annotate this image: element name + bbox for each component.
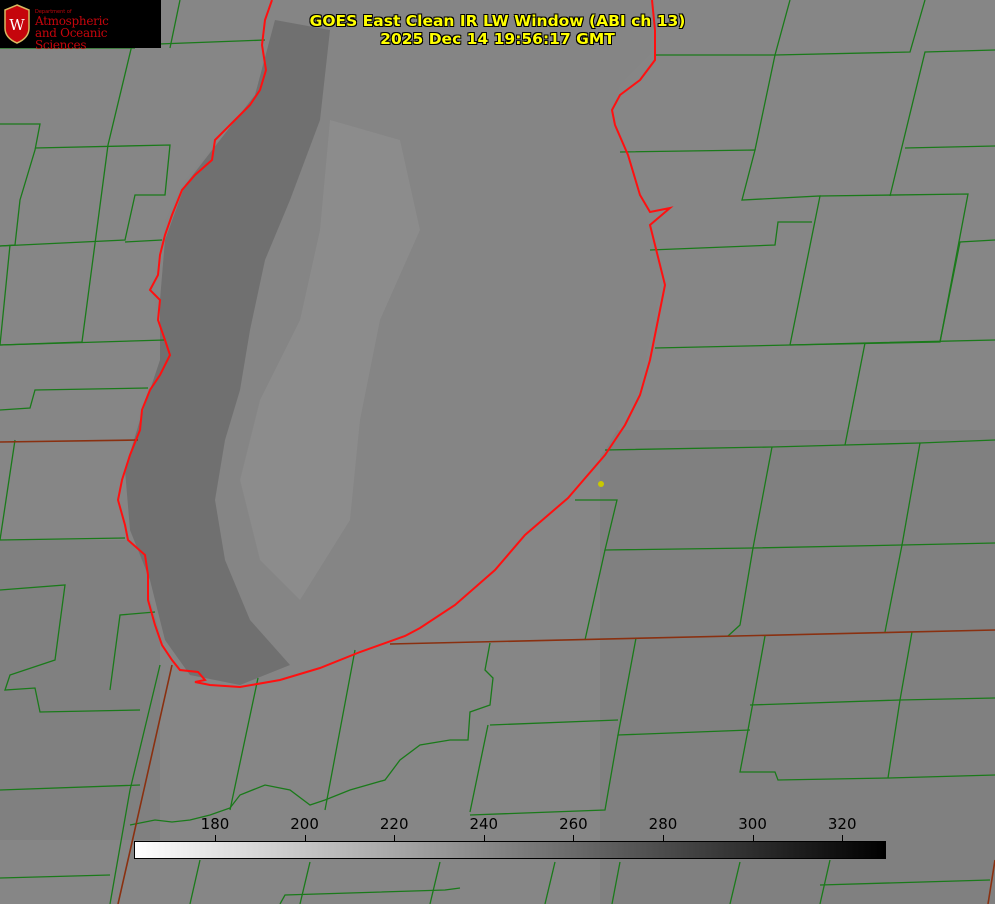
colorbar-tick-label: 240 [469, 815, 499, 833]
logo-name-text: Atmospheric and Oceanic Sciences [35, 15, 161, 51]
logo-name-line2: and Oceanic Sciences [35, 26, 108, 52]
colorbar-tick-label: 180 [200, 815, 230, 833]
colorbar [134, 841, 886, 859]
colorbar-tick-label: 200 [290, 815, 319, 833]
station-marker [598, 481, 604, 487]
image-timestamp: 2025 Dec 14 19:56:17 GMT [380, 30, 615, 48]
colorbar-tick-label: 260 [559, 815, 588, 833]
colorbar-tick-label: 220 [379, 815, 409, 833]
image-title: GOES East Clean IR LW Window (ABI ch 13) [309, 12, 686, 30]
uw-crest-icon: W [4, 4, 30, 44]
svg-text:W: W [9, 16, 25, 34]
satellite-image-view: W Department of Atmospheric and Oceanic … [0, 0, 995, 904]
map-canvas [0, 0, 995, 904]
colorbar-tick-label: 300 [738, 815, 767, 833]
land-shading-west [0, 540, 160, 840]
colorbar-tick-label: 280 [648, 815, 678, 833]
aos-logo: W Department of Atmospheric and Oceanic … [0, 0, 161, 51]
colorbar-tick-label: 320 [827, 815, 857, 833]
